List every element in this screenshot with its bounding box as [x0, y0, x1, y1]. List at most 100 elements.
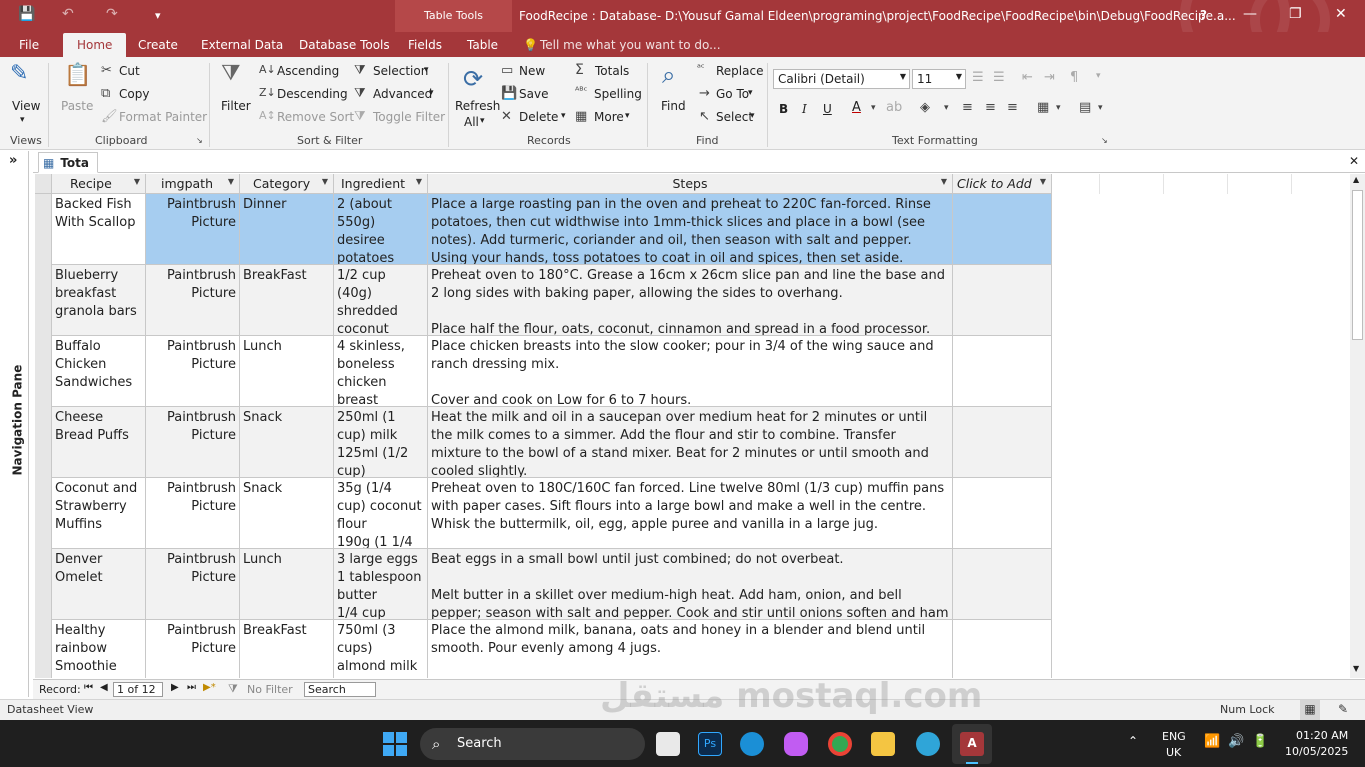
- restore-button[interactable]: ❐: [1289, 6, 1302, 22]
- no-filter-icon[interactable]: ⧩: [228, 682, 238, 696]
- spelling-button[interactable]: Spelling: [594, 87, 642, 101]
- font-name-select[interactable]: Calibri (Detail) ▼: [773, 69, 910, 89]
- filter-icon[interactable]: ⧩: [221, 61, 241, 86]
- cell-recipe[interactable]: Coconut and Strawberry Muffins: [52, 478, 146, 548]
- cell-steps[interactable]: Place a large roasting pan in the oven a…: [428, 194, 953, 264]
- document-tab[interactable]: ▦ Tota: [38, 152, 99, 173]
- edge-icon[interactable]: [740, 732, 764, 756]
- new-record-icon[interactable]: ▶*: [203, 682, 216, 693]
- select-icon[interactable]: ↖: [699, 109, 710, 124]
- cell-ingredient[interactable]: 2 (about 550g) desiree potatoes 1/2 tsp: [334, 194, 428, 264]
- replace-icon[interactable]: ᵃᶜ: [697, 63, 705, 74]
- close-button[interactable]: ✕: [1335, 6, 1347, 22]
- scroll-up-icon[interactable]: ▲: [1353, 175, 1359, 184]
- column-header-category[interactable]: Category ▼: [240, 174, 334, 194]
- chevron-down-icon[interactable]: ▾: [561, 111, 566, 121]
- delete-button[interactable]: Delete: [519, 110, 558, 124]
- copilot-icon[interactable]: [784, 732, 808, 756]
- access-taskbar-button[interactable]: A: [952, 724, 992, 764]
- totals-button[interactable]: Totals: [595, 64, 629, 78]
- gridlines-icon[interactable]: ▦: [1037, 100, 1049, 115]
- table-row[interactable]: Buffalo Chicken Sandwiches Paintbrush Pi…: [52, 336, 1052, 407]
- dialog-launcher-icon[interactable]: ↘: [196, 136, 203, 145]
- cell-category[interactable]: Lunch: [240, 336, 334, 406]
- chevron-down-icon[interactable]: ▾: [1098, 103, 1103, 113]
- decrease-indent-icon[interactable]: ⇤: [1022, 70, 1033, 85]
- advanced-filter-icon[interactable]: ⧩: [354, 86, 366, 101]
- cell-recipe[interactable]: Backed Fish With Scallop: [52, 194, 146, 264]
- cell-steps[interactable]: Place the almond milk, banana, oats and …: [428, 620, 953, 678]
- clock-time[interactable]: 01:20 AM: [1296, 729, 1348, 742]
- advanced-button[interactable]: Advanced: [373, 87, 432, 101]
- copy-button[interactable]: Copy: [119, 87, 149, 101]
- tray-overflow-icon[interactable]: ⌃: [1128, 734, 1138, 748]
- chevron-down-icon[interactable]: ▼: [416, 177, 422, 186]
- selection-button[interactable]: Selection: [373, 64, 428, 78]
- remove-sort-icon[interactable]: A↕: [259, 109, 276, 122]
- cell-click-to-add[interactable]: [953, 194, 1052, 264]
- dialog-launcher-icon[interactable]: ↘: [1101, 136, 1108, 145]
- taskbar-search[interactable]: ⌕ Search: [420, 728, 645, 760]
- table-row[interactable]: Denver Omelet Paintbrush Picture Lunch 3…: [52, 549, 1052, 620]
- cell-click-to-add[interactable]: [953, 265, 1052, 335]
- more-button[interactable]: More: [594, 110, 624, 124]
- redo-icon[interactable]: ↷: [106, 6, 118, 22]
- cell-click-to-add[interactable]: [953, 478, 1052, 548]
- cell-click-to-add[interactable]: [953, 620, 1052, 678]
- help-button[interactable]: ?: [1200, 8, 1207, 22]
- align-center-icon[interactable]: ≡: [985, 100, 996, 115]
- italic-button[interactable]: I: [802, 102, 807, 116]
- view-button[interactable]: View: [12, 99, 40, 113]
- last-record-icon[interactable]: ⏭: [187, 682, 196, 693]
- cell-steps[interactable]: Place chicken breasts into the slow cook…: [428, 336, 953, 406]
- column-header-imgpath[interactable]: imgpath ▼: [146, 174, 240, 194]
- search-field[interactable]: Search: [304, 682, 376, 697]
- scroll-down-icon[interactable]: ▼: [1353, 664, 1359, 673]
- cell-ingredient[interactable]: 250ml (1 cup) milk 125ml (1/2 cup): [334, 407, 428, 477]
- cell-recipe[interactable]: Cheese Bread Puffs: [52, 407, 146, 477]
- tab-database-tools[interactable]: Database Tools: [299, 38, 390, 52]
- cell-category[interactable]: Snack: [240, 407, 334, 477]
- cell-steps[interactable]: Preheat oven to 180C/160C fan forced. Li…: [428, 478, 953, 548]
- datasheet-view-button[interactable]: ▦: [1300, 700, 1320, 720]
- chevron-down-icon[interactable]: ▼: [134, 177, 140, 186]
- cell-ingredient[interactable]: 750ml (3 cups) almond milk: [334, 620, 428, 678]
- goto-button[interactable]: Go To: [716, 87, 749, 101]
- file-manager-icon[interactable]: [656, 732, 680, 756]
- font-color-icon[interactable]: A: [852, 100, 861, 115]
- navigation-pane-label[interactable]: Navigation Pane: [11, 365, 25, 476]
- cell-steps[interactable]: Beat eggs in a small bowl until just com…: [428, 549, 953, 619]
- refresh-all-label[interactable]: All: [464, 115, 479, 129]
- design-view-button[interactable]: ✎: [1338, 702, 1348, 716]
- bullets-icon[interactable]: ☰: [972, 70, 984, 85]
- no-filter-label[interactable]: No Filter: [247, 683, 293, 696]
- ascending-button[interactable]: Ascending: [277, 64, 339, 78]
- tab-home[interactable]: Home: [63, 33, 127, 57]
- close-document-button[interactable]: ✕: [1349, 154, 1359, 168]
- tab-file[interactable]: File: [19, 38, 39, 52]
- table-row[interactable]: Cheese Bread Puffs Paintbrush Picture Sn…: [52, 407, 1052, 478]
- underline-button[interactable]: U: [823, 102, 832, 116]
- chevron-down-icon[interactable]: ▼: [322, 177, 328, 186]
- current-record-field[interactable]: 1 of 12: [113, 682, 163, 697]
- minimize-button[interactable]: —: [1243, 6, 1257, 22]
- cell-recipe[interactable]: Healthy rainbow Smoothie: [52, 620, 146, 678]
- numbering-icon[interactable]: ☰: [993, 70, 1005, 85]
- next-record-icon[interactable]: ▶: [171, 682, 179, 693]
- cell-imgpath[interactable]: Paintbrush Picture: [146, 265, 240, 335]
- new-button[interactable]: New: [519, 64, 545, 78]
- paragraph-direction-icon[interactable]: ¶: [1070, 70, 1078, 85]
- tell-me-box[interactable]: Tell me what you want to do...: [540, 38, 721, 52]
- cell-ingredient[interactable]: 35g (1/4 cup) coconut flour 190g (1 1/4 …: [334, 478, 428, 548]
- volume-icon[interactable]: 🔊: [1228, 734, 1244, 749]
- totals-icon[interactable]: Σ: [575, 62, 584, 78]
- cell-category[interactable]: Snack: [240, 478, 334, 548]
- font-size-select[interactable]: 11 ▼: [912, 69, 966, 89]
- cell-steps[interactable]: Preheat oven to 180°C. Grease a 16cm x 2…: [428, 265, 953, 335]
- cell-category[interactable]: Lunch: [240, 549, 334, 619]
- align-right-icon[interactable]: ≡: [1007, 100, 1018, 115]
- select-button[interactable]: Select: [716, 110, 753, 124]
- sort-descending-icon[interactable]: Z↓: [259, 86, 276, 99]
- battery-icon[interactable]: 🔋: [1252, 734, 1268, 749]
- tab-fields[interactable]: Fields: [408, 38, 442, 52]
